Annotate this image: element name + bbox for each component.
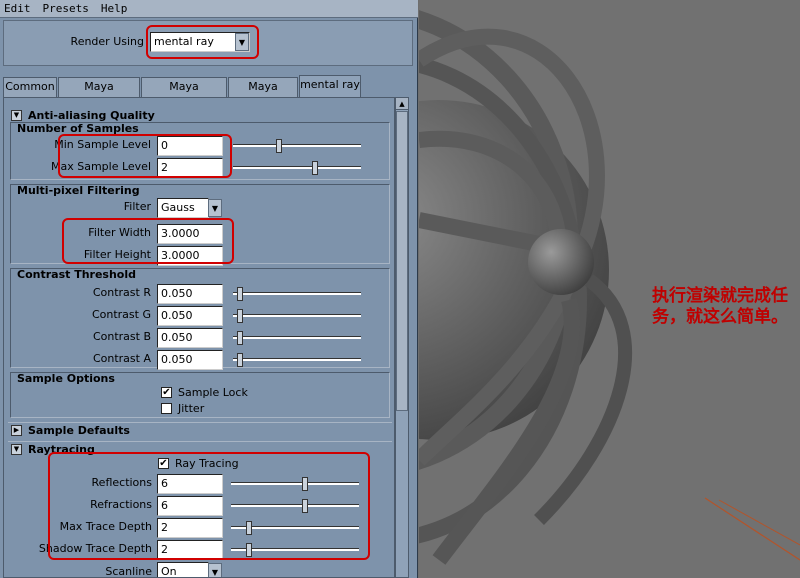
scroll-thumb[interactable] [396,111,408,411]
ray-tracing-label: Ray Tracing [175,457,239,470]
anti-aliasing-title: Anti-aliasing Quality [28,108,155,122]
filter-label: Filter [123,200,151,213]
scanline-label: Scanline [105,565,152,578]
tab-maya-software[interactable]: Maya Software [58,77,140,111]
chevron-down-icon[interactable]: ▼ [208,563,222,577]
contrast-r-slider[interactable] [233,287,361,301]
contrast-a-label: Contrast A [92,352,151,365]
menu-help[interactable]: Help [101,2,128,15]
sample-defaults-header[interactable]: ▶ Sample Defaults [8,422,392,438]
filtering-title: Multi-pixel Filtering [17,184,140,197]
menu-edit[interactable]: Edit [4,2,31,15]
annotation-text: 执行渲染就完成任务，就这么简单。 [652,286,788,327]
refractions-label: Refractions [90,498,152,511]
raytracing-title: Raytracing [28,443,95,456]
shadow-trace-depth-field[interactable]: 2 [157,540,223,560]
max-sample-label: Max Sample Level [50,160,151,173]
contrast-a-field[interactable]: 0.050 [157,350,223,370]
contrast-r-label: Contrast R [92,286,151,299]
sample-lock-checkbox[interactable]: ✔ [161,387,172,398]
max-trace-depth-label: Max Trace Depth [59,520,152,533]
filter-height-field[interactable]: 3.0000 [157,246,223,266]
render-using-row: Render Using mental ray ▼ [3,20,413,66]
filter-width-label: Filter Width [88,226,151,239]
reflections-field[interactable]: 6 [157,474,223,494]
menu-presets[interactable]: Presets [43,2,89,15]
render-using-label: Render Using [70,35,144,48]
samples-title: Number of Samples [17,122,139,135]
tab-common[interactable]: Common [3,77,57,97]
shadow-trace-depth-label: Shadow Trace Depth [38,542,152,555]
max-sample-field[interactable]: 2 [157,158,223,178]
min-sample-slider[interactable] [233,139,361,153]
render-using-value: mental ray [154,35,214,48]
expand-icon[interactable]: ▶ [11,425,22,436]
render-settings-panel: Edit Presets Help Render Using mental ra… [0,0,418,578]
filter-height-label: Filter Height [83,248,151,261]
min-sample-field[interactable]: 0 [157,136,223,156]
max-sample-slider[interactable] [233,161,361,175]
filter-width-field[interactable]: 3.0000 [157,224,223,244]
max-trace-depth-field[interactable]: 2 [157,518,223,538]
contrast-b-label: Contrast B [92,330,151,343]
contrast-g-field[interactable]: 0.050 [157,306,223,326]
anti-aliasing-header[interactable]: ▼ Anti-aliasing Quality [8,107,388,123]
tab-mental-ray[interactable]: mental ray [299,75,361,97]
menu-bar: Edit Presets Help [0,0,418,18]
collapse-icon[interactable]: ▼ [11,109,22,121]
reflections-label: Reflections [91,476,152,489]
tab-maya-hardware[interactable]: Maya Hardware [141,77,227,111]
settings-scroll-area: ▼ Anti-aliasing Quality Number of Sample… [3,97,395,578]
settings-scrollbar[interactable]: ▲ [395,97,409,578]
shadow-trace-depth-slider[interactable] [231,543,359,557]
jitter-label: Jitter [178,402,205,415]
filter-select[interactable]: Gauss [157,198,209,218]
contrast-r-field[interactable]: 0.050 [157,284,223,304]
contrast-g-slider[interactable] [233,309,361,323]
filtering-frame: Multi-pixel Filtering Filter Gauss ▼ Fil… [10,184,390,266]
samples-frame: Number of Samples Min Sample Level 0 Max… [10,122,390,180]
contrast-title: Contrast Threshold [17,268,137,281]
sample-lock-label: Sample Lock [178,386,248,399]
chevron-down-icon[interactable]: ▼ [235,33,249,51]
sample-defaults-title: Sample Defaults [28,424,130,437]
sample-options-title: Sample Options [17,372,115,385]
contrast-b-slider[interactable] [233,331,361,345]
ray-tracing-checkbox[interactable]: ✔ [158,458,169,469]
renderer-tabs: Common Maya Software Maya Hardware Maya … [3,75,413,111]
contrast-a-slider[interactable] [233,353,361,367]
chevron-down-icon[interactable]: ▼ [208,199,222,217]
contrast-g-label: Contrast G [91,308,151,321]
collapse-icon[interactable]: ▼ [11,444,22,455]
contrast-b-field[interactable]: 0.050 [157,328,223,348]
tab-maya-vector[interactable]: Maya Vector [228,77,298,111]
min-sample-label: Min Sample Level [54,138,151,151]
scroll-up-icon[interactable]: ▲ [396,98,408,110]
refractions-slider[interactable] [231,499,359,513]
sample-options-frame: Sample Options ✔ Sample Lock Jitter [10,372,390,418]
raytracing-header[interactable]: ▼ Raytracing [8,441,392,457]
jitter-checkbox[interactable] [161,403,172,414]
max-trace-depth-slider[interactable] [231,521,359,535]
scanline-select[interactable]: On [157,562,209,577]
reflections-slider[interactable] [231,477,359,491]
refractions-field[interactable]: 6 [157,496,223,516]
contrast-frame: Contrast Threshold Contrast R 0.050 Cont… [10,268,390,370]
